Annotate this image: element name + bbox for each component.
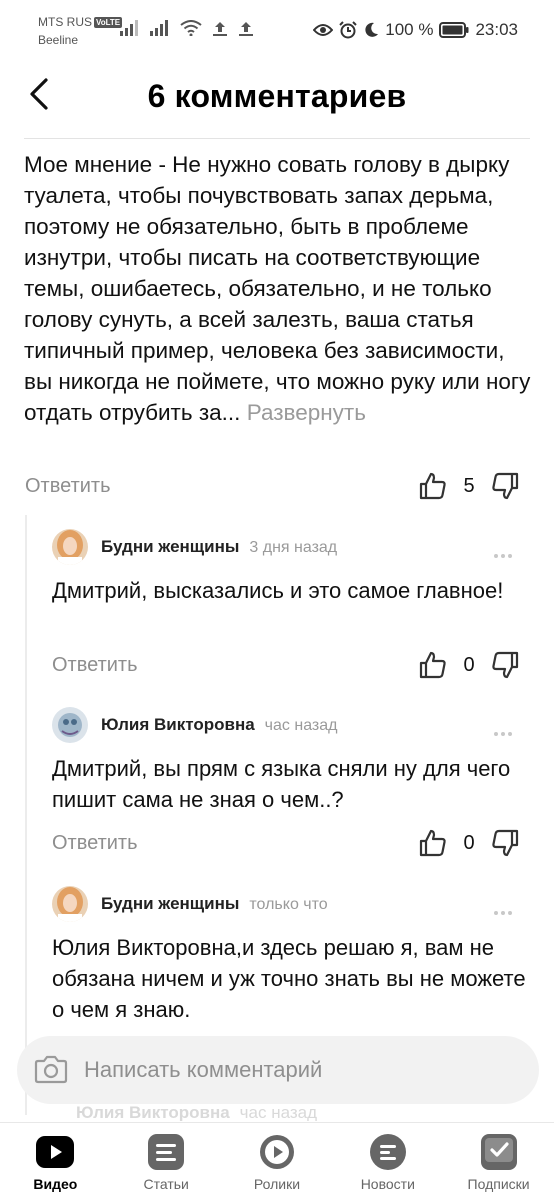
tab-label: Видео	[33, 1176, 78, 1192]
comment-time: час назад	[264, 717, 338, 734]
main-comment-text: Мое мнение - Не нужно совать голову в ды…	[24, 149, 536, 428]
thumbs-down-icon[interactable]	[490, 828, 520, 858]
main-comment-body: Мое мнение - Не нужно совать голову в ды…	[24, 152, 531, 425]
camera-icon[interactable]	[33, 1055, 69, 1085]
thumbs-down-icon[interactable]	[490, 471, 520, 501]
tab-subscriptions[interactable]: Подписки	[443, 1123, 554, 1200]
vote-controls: 5	[418, 471, 520, 501]
comment-time: 3 дня назад	[249, 539, 338, 556]
thumbs-down-icon[interactable]	[490, 650, 520, 680]
like-count: 0	[463, 653, 475, 676]
alarm-icon	[339, 21, 357, 39]
signal-indicators	[120, 20, 254, 36]
avatar[interactable]	[52, 529, 88, 565]
wifi-icon	[180, 20, 202, 36]
shorts-icon	[259, 1135, 294, 1169]
thumbs-up-icon[interactable]	[418, 650, 448, 680]
thread-line	[25, 515, 27, 1115]
tab-video[interactable]: Видео	[0, 1123, 111, 1200]
reply-header: Будни женщины только что	[52, 886, 532, 922]
page-title: 6 комментариев	[147, 78, 407, 114]
articles-icon	[148, 1134, 185, 1170]
eye-icon	[313, 24, 334, 36]
thumbs-up-icon[interactable]	[418, 471, 448, 501]
avatar-image	[52, 529, 88, 565]
author-name[interactable]: Будни женщины 3 дня назад	[101, 537, 337, 557]
subscriptions-icon	[480, 1134, 517, 1170]
battery-percent: 100 %	[385, 20, 434, 39]
tab-articles[interactable]: Статьи	[111, 1123, 222, 1200]
reply-text: Дмитрий, вы прям с языка сняли ну для че…	[52, 756, 511, 812]
carrier-secondary: Beeline	[38, 33, 79, 47]
tab-shorts[interactable]: Ролики	[222, 1123, 333, 1200]
header-divider	[24, 138, 530, 139]
tab-news[interactable]: Новости	[332, 1123, 443, 1200]
news-icon	[369, 1134, 406, 1170]
clock: 23:03	[475, 20, 518, 39]
thumbs-up-icon[interactable]	[418, 828, 448, 858]
avatar[interactable]	[52, 886, 88, 922]
reply-actions: Ответить	[52, 828, 138, 858]
comment-input-placeholder: Написать комментарий	[84, 1057, 323, 1082]
reply-item: Будни женщины только что Юлия Викторовна,…	[52, 886, 532, 1025]
author-name[interactable]: Юлия Викторовна час назад	[101, 715, 337, 735]
battery-icon	[439, 22, 469, 38]
avatar[interactable]	[52, 707, 88, 743]
like-count: 5	[463, 474, 475, 497]
reply-header: Юлия Викторовна час назад	[52, 707, 532, 743]
moon-icon	[365, 22, 379, 37]
tab-label: Ролики	[253, 1176, 301, 1192]
reply-actions: Ответить	[52, 650, 138, 680]
reply-item: Юлия Викторовна час назад Дмитрий, вы пря…	[52, 707, 532, 815]
comment-input[interactable]: Написать комментарий	[17, 1036, 539, 1104]
avatar-image	[52, 707, 88, 743]
author-name[interactable]: Будни женщины только что	[101, 894, 328, 914]
carrier-primary: MTS RUS VoLTE	[38, 15, 123, 29]
tab-label: Новости	[360, 1176, 415, 1192]
more-options-button[interactable]	[494, 902, 518, 915]
reply-button[interactable]: Ответить	[52, 654, 138, 677]
status-right: 100 % 23:03	[313, 20, 518, 40]
status-bar: MTS RUS VoLTE Beeline 100 % 23:03	[0, 0, 554, 60]
reply-button[interactable]: Ответить	[25, 475, 111, 498]
header: 6 комментариев	[0, 60, 554, 136]
signal-icon	[150, 20, 168, 36]
upload-icon	[213, 22, 227, 36]
reply-text: Юлия Викторовна,и здесь решаю я, вам не …	[52, 935, 526, 1022]
video-icon	[36, 1136, 75, 1168]
more-options-button[interactable]	[494, 723, 518, 736]
avatar-image	[52, 886, 88, 922]
like-count: 0	[463, 831, 475, 854]
bottom-tab-bar: Видео Статьи Ролики Новости Подписки	[0, 1122, 554, 1200]
tab-label: Подписки	[467, 1176, 530, 1192]
reply-header: Будни женщины 3 дня назад	[52, 529, 532, 565]
upload-icon	[239, 22, 253, 36]
main-comment-actions: Ответить	[25, 471, 111, 501]
next-reply-peek: Юлия Викторовна час назад	[76, 1103, 318, 1121]
more-options-button[interactable]	[494, 545, 518, 558]
reply-text: Дмитрий, высказались и это самое главное…	[52, 578, 504, 603]
reply-item: Будни женщины 3 дня назад Дмитрий, высказ…	[52, 529, 532, 606]
signal-icon	[120, 20, 138, 36]
vote-controls: 0	[418, 650, 520, 680]
tab-label: Статьи	[143, 1176, 189, 1192]
reply-button[interactable]: Ответить	[52, 832, 138, 855]
volte-badge: VoLTE	[94, 17, 123, 28]
comment-time: только что	[249, 896, 328, 913]
vote-controls: 0	[418, 828, 520, 858]
expand-link[interactable]: Развернуть	[247, 400, 366, 425]
